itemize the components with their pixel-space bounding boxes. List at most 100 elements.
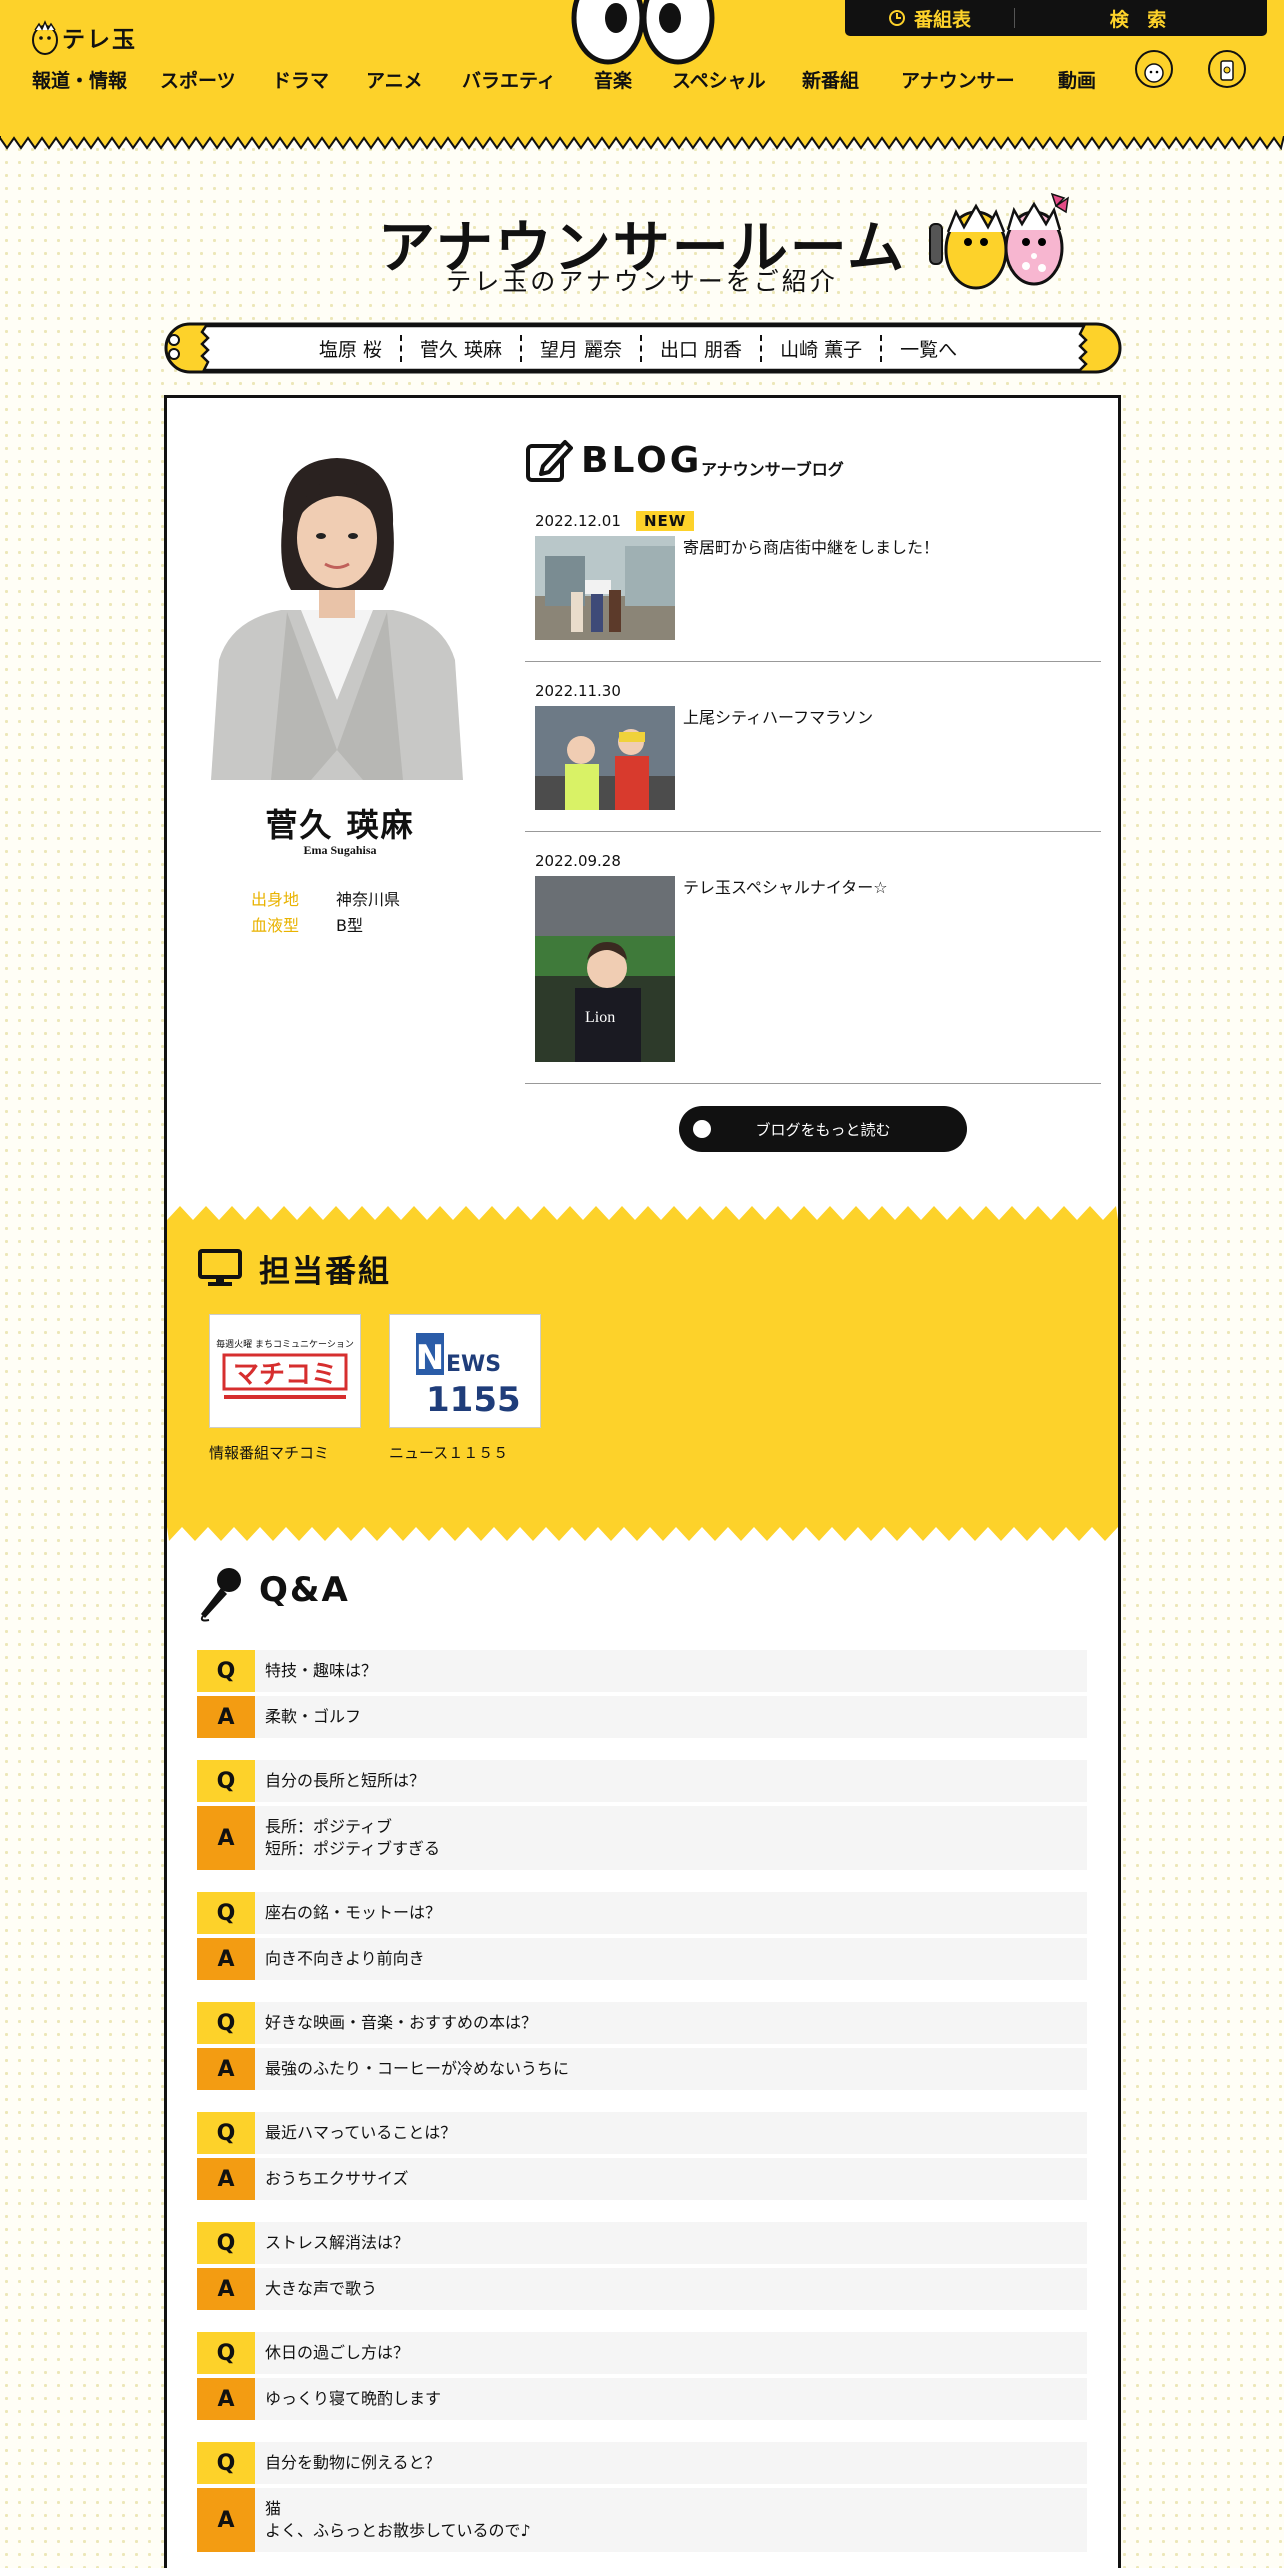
answer-text: ゆっくり寝て晩酌します <box>265 2389 442 2408</box>
blog-date: 2022.12.01 <box>535 512 621 530</box>
question-text: 最近ハマっていることは？ <box>265 2123 457 2142</box>
announcer-list-link[interactable]: 一覧へ <box>880 334 975 362</box>
q-mark: Q <box>197 2332 255 2374</box>
announcer-name: 菅久 瑛麻 <box>265 806 415 844</box>
answer-text: おうちエクササイズ <box>265 2169 409 2188</box>
question-row: Q 休日の過ごし方は？ <box>197 2332 1087 2374</box>
q-mark: Q <box>197 1650 255 1692</box>
q-mark: Q <box>197 2002 255 2044</box>
question-row: Q 好きな映画・音楽・おすすめの本は？ <box>197 2002 1087 2044</box>
profile-field-value: 神奈川県 <box>336 890 401 909</box>
blog-subheading: アナウンサーブログ <box>701 460 844 479</box>
blog-thumbnail: Lion <box>535 876 675 1062</box>
nav-item-drama[interactable]: ドラマ <box>272 66 329 96</box>
program-caption: ニュース１１５５ <box>389 1444 509 1462</box>
clock-icon <box>888 10 905 26</box>
blog-date: 2022.11.30 <box>535 682 621 700</box>
announcer-name-roman: Ema Sugahisa <box>303 843 377 857</box>
program-card[interactable]: 毎週火曜 まちコミュニケーション マチコミ <box>209 1314 361 1428</box>
answer-text: 柔軟・ゴルフ <box>265 1707 362 1726</box>
question-text: ストレス解消法は？ <box>265 2233 410 2252</box>
nav-item-music[interactable]: 音楽 <box>594 66 632 96</box>
program-card[interactable]: N EWS 1155 <box>389 1314 541 1428</box>
blog-entry[interactable]: 2022.09.28 Lion テレ玉スペシャルナイター☆ <box>525 852 1101 1084</box>
tama-mascot-icon <box>32 20 58 55</box>
answer-row: A 柔軟・ゴルフ <box>197 1696 1087 1738</box>
profile-card: 菅久 瑛麻 Ema Sugahisa 出身地 神奈川県 血液型 B型 BLOG アナ… <box>164 395 1121 2568</box>
programs-heading: 担当番組 <box>259 1254 391 1290</box>
header-zigzag-edge <box>0 136 1284 150</box>
answer-text: 向き不向きより前向き <box>265 1949 425 1968</box>
nav-item-new-programs[interactable]: 新番組 <box>802 66 859 96</box>
answer-row: A 長所：ポジティブ 短所：ポジティブすぎる <box>197 1806 1087 1870</box>
answer-row: A 大きな声で歌う <box>197 2268 1087 2310</box>
tele-tama-badge-button[interactable] <box>1135 50 1173 88</box>
answer-text: 大きな声で歌う <box>265 2279 378 2298</box>
blog-entry[interactable]: 2022.12.01 NEW 寄居町から商店街中継をしました！ <box>525 511 1101 662</box>
page-subtitle: テレ玉のアナウンサーをご紹介 <box>446 267 838 296</box>
question-text: 自分の長所と短所は？ <box>265 1771 426 1790</box>
announcer-link[interactable]: 望月 麗奈 <box>519 334 640 362</box>
arrow-circle-icon <box>693 1120 711 1138</box>
machikomi-logo: 毎週火曜 まちコミュニケーション マチコミ <box>216 1338 354 1399</box>
answer-text: 最強のふたり・コーヒーが冷めないうちに <box>265 2059 570 2078</box>
app-badge-button[interactable] <box>1208 50 1246 88</box>
monitor-icon <box>198 1249 242 1286</box>
announcer-nav: 塩原 桜 菅久 瑛麻 望月 麗奈 出口 朋香 山崎 薫子 一覧へ <box>208 322 1068 374</box>
schedule-button[interactable]: 番組表 <box>845 8 1015 31</box>
blog-date: 2022.09.28 <box>535 852 621 870</box>
global-nav: 報道・情報 スポーツ ドラマ アニメ バラエティ 音楽 スペシャル 新番組 アナ… <box>0 66 1284 100</box>
nav-item-news[interactable]: 報道・情報 <box>32 66 127 96</box>
question-text: 特技・趣味は？ <box>265 1661 378 1680</box>
qa-heading: Q&A <box>259 1570 350 1610</box>
announcer-link[interactable]: 出口 朋香 <box>640 334 760 362</box>
question-row: Q 座右の銘・モットーは？ <box>197 1892 1087 1934</box>
profile-field-key: 血液型 <box>251 916 300 935</box>
search-button[interactable]: 検 索 <box>1015 5 1267 32</box>
mascot-characters-icon <box>929 192 1069 290</box>
a-mark: A <box>197 2158 255 2200</box>
answer-row: A おうちエクササイズ <box>197 2158 1087 2200</box>
question-text: 座右の銘・モットーは？ <box>265 1903 442 1922</box>
nav-item-variety[interactable]: バラエティ <box>462 66 556 96</box>
profile-field: 出身地 神奈川県 <box>251 886 400 910</box>
announcer-link[interactable]: 山崎 薫子 <box>760 334 880 362</box>
announcer-link[interactable]: 塩原 桜 <box>301 335 400 362</box>
question-text: 休日の過ごし方は？ <box>265 2343 410 2362</box>
answer-text: 長所：ポジティブ 短所：ポジティブすぎる <box>265 1817 441 1858</box>
profile-field-key: 出身地 <box>251 890 300 909</box>
nav-item-anime[interactable]: アニメ <box>366 66 423 96</box>
q-mark: Q <box>197 2112 255 2154</box>
pencil-edit-icon <box>526 440 573 482</box>
blog-title: テレ玉スペシャルナイター☆ <box>683 878 888 897</box>
a-mark: A <box>197 2268 255 2310</box>
new-badge: NEW <box>636 511 695 531</box>
blog-more-button[interactable]: ブログをもっと読む <box>679 1106 967 1152</box>
question-row: Q 自分を動物に例えると？ <box>197 2442 1087 2484</box>
svg-text:マチコミ: マチコミ <box>233 1360 337 1390</box>
a-mark: A <box>197 1806 255 1870</box>
question-text: 好きな映画・音楽・おすすめの本は？ <box>265 2013 538 2032</box>
answer-row: A猫 よく、ふらっとお散歩しているので♪ <box>197 2488 1087 2552</box>
question-row: Q 自分の長所と短所は？ <box>197 1760 1087 1802</box>
answer-row: A ゆっくり寝て晩酌します <box>197 2378 1087 2420</box>
blog-entry[interactable]: 2022.11.30 上尾シティハーフマラソン <box>525 682 1101 832</box>
logo-text: テレ玉 <box>62 27 137 53</box>
a-mark: A <box>197 2488 255 2552</box>
nav-item-video[interactable]: 動画 <box>1058 66 1096 96</box>
announcer-link[interactable]: 菅久 瑛麻 <box>399 334 520 362</box>
nav-item-special[interactable]: スペシャル <box>672 66 766 96</box>
question-text: 自分を動物に例えると？ <box>265 2453 441 2472</box>
profile-field: 血液型 B型 <box>251 912 363 936</box>
answer-text: 猫 よく、ふらっとお散歩しているので♪ <box>265 2499 531 2540</box>
a-mark: A <box>197 1938 255 1980</box>
programs-section: 担当番組 毎週火曜 まちコミュニケーション マチコミ 情報番組マチコミ N EW… <box>167 1206 1118 1541</box>
nav-item-sports[interactable]: スポーツ <box>160 66 236 96</box>
a-mark: A <box>197 2378 255 2420</box>
question-row: Q 最近ハマっていることは？ <box>197 2112 1087 2154</box>
program-caption: 情報番組マチコミ <box>209 1444 330 1462</box>
svg-text:毎週火曜 まちコミュニケーション: 毎週火曜 まちコミュニケーション <box>216 1338 354 1350</box>
blog-more-label: ブログをもっと読む <box>755 1120 891 1139</box>
svg-text:N: N <box>416 1338 444 1378</box>
nav-item-announcer[interactable]: アナウンサー <box>901 66 1015 96</box>
